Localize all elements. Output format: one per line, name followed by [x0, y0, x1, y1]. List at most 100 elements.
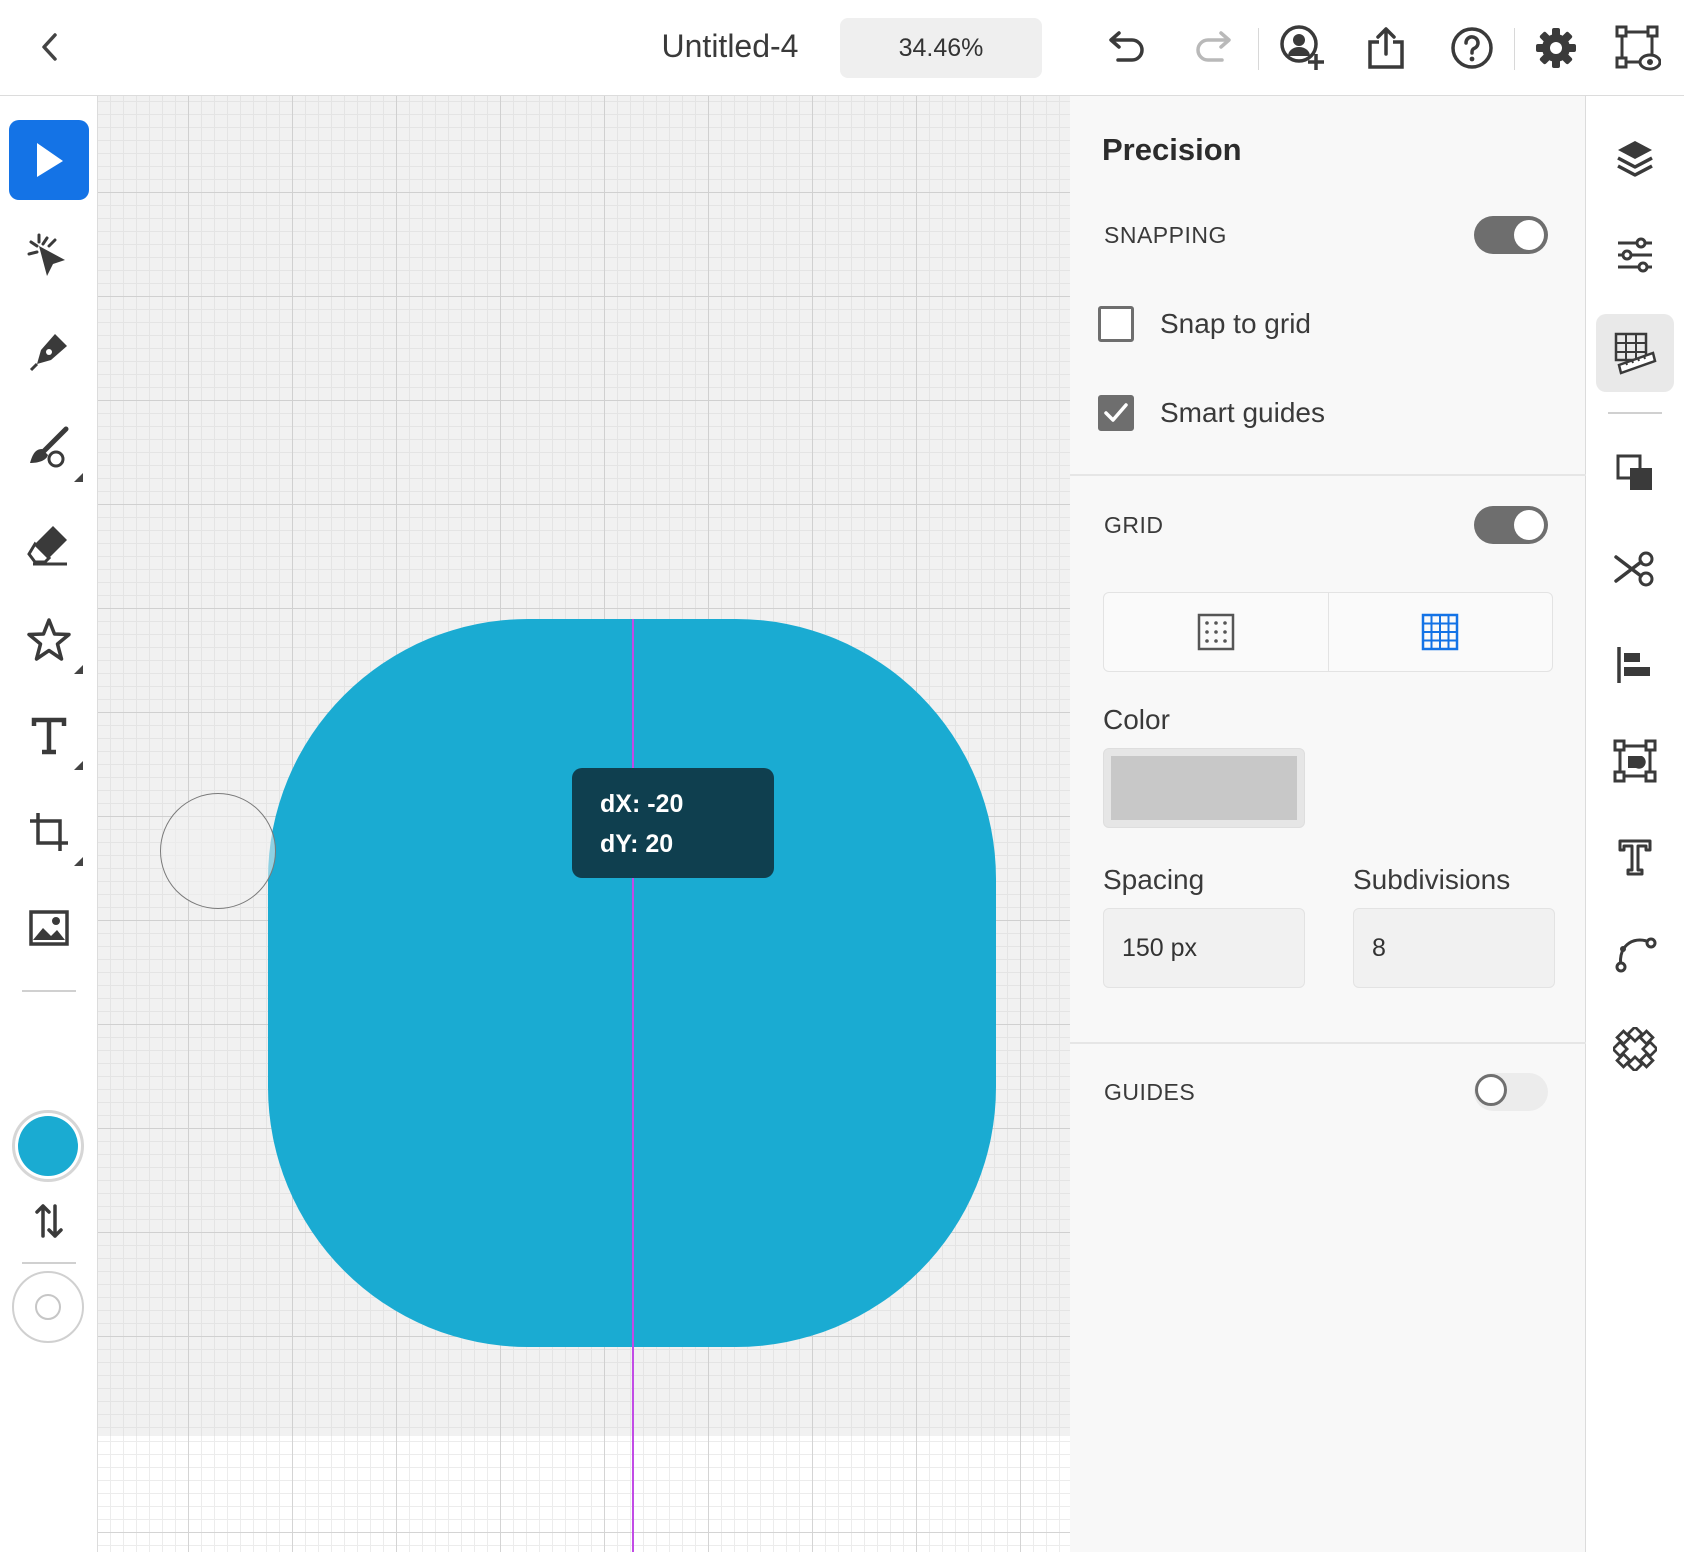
grid-color-label: Color — [1103, 704, 1170, 735]
grid-toggle[interactable] — [1474, 506, 1548, 544]
pen-nib-icon — [29, 334, 67, 372]
chevron-left-icon — [42, 33, 57, 61]
combine-shapes-icon — [1616, 454, 1652, 490]
dot-grid-option[interactable] — [1104, 593, 1328, 671]
snap-to-grid-checkbox[interactable] — [1098, 306, 1134, 342]
swap-fill-stroke-button[interactable] — [9, 1186, 89, 1256]
delta-y-readout: dY: 20 — [600, 830, 674, 858]
drawing-canvas[interactable]: dX: -20 dY: 20 — [98, 96, 1070, 1552]
bezier-path-icon — [1615, 937, 1657, 973]
separator — [22, 990, 76, 992]
artboard-tool[interactable] — [9, 792, 89, 872]
spacing-input[interactable]: 150 px — [1103, 908, 1305, 988]
snap-to-grid-label: Snap to grid — [1160, 308, 1311, 339]
stroke-color-preview — [35, 1294, 61, 1320]
tools-toolbar — [0, 96, 98, 1552]
smart-guides-option[interactable]: Smart guides — [1098, 393, 1325, 433]
invite-button[interactable] — [1276, 22, 1328, 74]
pasteboard-grid — [98, 1436, 1070, 1552]
transform-box-icon — [1613, 739, 1657, 783]
smart-guide-line — [632, 619, 634, 1552]
more-tools-indicator — [74, 761, 83, 770]
more-tools-indicator — [74, 473, 83, 482]
sliders-icon — [1618, 237, 1652, 273]
preview-button[interactable] — [1612, 22, 1664, 74]
crop-artboard-icon — [30, 813, 68, 851]
grid-section-label: GRID — [1104, 512, 1164, 538]
subdivisions-input[interactable]: 8 — [1353, 908, 1555, 988]
eraser-icon — [27, 526, 67, 566]
text-t-icon — [31, 717, 67, 755]
touch-cursor — [160, 793, 276, 909]
separator — [1258, 28, 1259, 70]
pathfinder-button[interactable] — [1596, 434, 1674, 512]
add-person-icon — [1280, 25, 1324, 70]
cut-button[interactable] — [1596, 530, 1674, 608]
help-button[interactable] — [1446, 22, 1498, 74]
subdivisions-label: Subdivisions — [1353, 864, 1511, 895]
arrow-pointer-icon — [37, 143, 63, 177]
redo-button[interactable] — [1188, 22, 1240, 74]
more-tools-indicator — [74, 665, 83, 674]
redo-icon — [1196, 31, 1231, 62]
zoom-level[interactable]: 34.46% — [840, 18, 1042, 78]
checkmark-icon — [1104, 403, 1128, 422]
snapping-section-label: SNAPPING — [1104, 222, 1227, 248]
settings-button[interactable] — [1530, 22, 1582, 74]
back-button[interactable] — [30, 24, 70, 70]
gear-icon — [1536, 28, 1576, 68]
move-delta-tooltip: dX: -20 dY: 20 — [572, 768, 774, 878]
path-button[interactable] — [1596, 914, 1674, 992]
brush-tool[interactable] — [9, 408, 89, 488]
share-icon — [1368, 27, 1404, 69]
pen-tool[interactable] — [9, 312, 89, 392]
undo-button[interactable] — [1100, 22, 1152, 74]
share-button[interactable] — [1360, 22, 1412, 74]
paintbrush-icon — [30, 426, 69, 468]
help-icon — [1451, 27, 1493, 69]
precision-button[interactable] — [1596, 314, 1674, 392]
properties-rail — [1586, 96, 1684, 1552]
dot-grid-icon — [1197, 613, 1234, 651]
character-button[interactable] — [1596, 818, 1674, 896]
grid-color-swatch[interactable] — [1103, 748, 1305, 828]
eraser-tool[interactable] — [9, 504, 89, 584]
star-icon — [27, 618, 71, 661]
layers-icon — [1617, 141, 1653, 177]
direct-selection-tool[interactable] — [9, 216, 89, 296]
shape-tool[interactable] — [9, 600, 89, 680]
radial-repeat-icon — [1613, 1027, 1657, 1071]
text-tool[interactable] — [9, 696, 89, 776]
artboard-preview-icon — [1615, 25, 1661, 71]
separator — [22, 1262, 76, 1264]
selection-tool[interactable] — [9, 120, 89, 200]
properties-button[interactable] — [1596, 216, 1674, 294]
panel-title: Precision — [1102, 132, 1242, 167]
repeat-grid-button[interactable] — [1596, 1010, 1674, 1088]
guides-section-label: GUIDES — [1104, 1079, 1196, 1105]
fill-color-swatch[interactable] — [12, 1110, 84, 1182]
layers-button[interactable] — [1596, 119, 1674, 197]
square-grid-option[interactable] — [1327, 593, 1553, 671]
guides-toggle[interactable] — [1474, 1073, 1548, 1111]
separator — [1514, 28, 1515, 70]
align-button[interactable] — [1596, 626, 1674, 704]
text-t-outline-icon — [1618, 839, 1652, 876]
swap-arrows-icon — [35, 1204, 63, 1238]
precision-panel: Precision SNAPPING Snap to grid Smart gu… — [1070, 96, 1586, 1552]
divider — [1070, 474, 1586, 476]
grid-type-selector — [1103, 592, 1553, 672]
separator — [1608, 412, 1662, 414]
snap-to-grid-option[interactable]: Snap to grid — [1098, 304, 1311, 344]
stroke-color-swatch[interactable] — [12, 1271, 84, 1343]
image-icon — [29, 910, 69, 946]
delta-x-readout: dX: -20 — [600, 790, 684, 818]
grid-ruler-icon — [1614, 332, 1657, 375]
undo-icon — [1109, 31, 1144, 62]
smart-guides-checkbox[interactable] — [1098, 395, 1134, 431]
place-image-tool[interactable] — [9, 888, 89, 968]
snapping-toggle[interactable] — [1474, 216, 1548, 254]
transform-button[interactable] — [1596, 722, 1674, 800]
square-grid-icon — [1422, 613, 1459, 651]
spacing-label: Spacing — [1103, 864, 1205, 895]
